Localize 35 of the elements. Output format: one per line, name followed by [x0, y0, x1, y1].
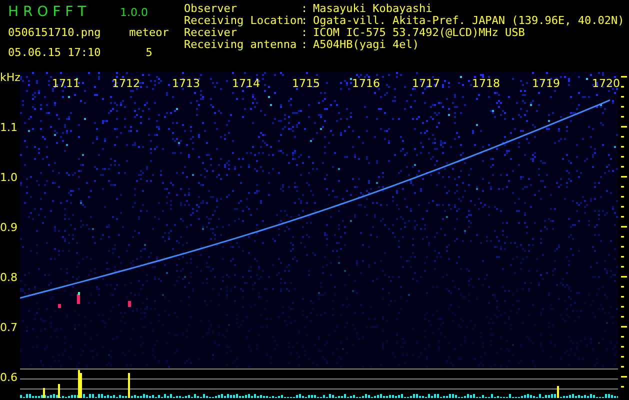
time-label: 1713: [172, 78, 200, 90]
info-label: Receiver: [184, 26, 237, 38]
time-label: 1717: [412, 78, 440, 90]
info-value: A504HB(yagi 4el): [313, 38, 419, 50]
app-title: H R O F F T: [8, 4, 88, 20]
info-value: ICOM IC-575 53.7492(@LCD)MHz USB: [313, 26, 525, 38]
info-separator: :: [301, 2, 308, 14]
frequency-label: 0.8: [0, 272, 18, 284]
time-label: 1712: [112, 78, 140, 90]
frequency-label: 1.0: [0, 172, 18, 184]
file-name: 0506151710.png: [8, 26, 101, 38]
detection-count: 5: [146, 46, 152, 58]
time-label: 1720: [592, 78, 620, 90]
time-label: 1718: [472, 78, 500, 90]
info-value: Masayuki Kobayashi: [313, 2, 432, 14]
time-label: 1714: [232, 78, 260, 90]
time-label: 1715: [292, 78, 320, 90]
frequency-label: 1.1: [0, 122, 18, 134]
frequency-label: 0.7: [0, 322, 18, 334]
unit-label: kHz: [0, 72, 20, 84]
app-version: 1.0.0: [120, 6, 149, 18]
info-value: Ogata-vill. Akita-Pref. JAPAN (139.96E, 40.02N): [313, 14, 624, 26]
info-label: Receiving antenna: [184, 38, 297, 50]
time-label: 1711: [52, 78, 80, 90]
info-separator: :: [301, 38, 308, 50]
time-label: 1719: [532, 78, 560, 90]
info-separator: :: [301, 14, 308, 26]
frequency-label: 0.9: [0, 222, 18, 234]
time-label: 1716: [352, 78, 380, 90]
info-label: Receiving Location: [184, 14, 304, 26]
info-separator: :: [301, 26, 308, 38]
frequency-label: 0.6: [0, 372, 18, 384]
detection-label: meteor: [129, 26, 169, 38]
info-label: Observer: [184, 2, 237, 14]
date-time: 05.06.15 17:10: [8, 46, 101, 58]
